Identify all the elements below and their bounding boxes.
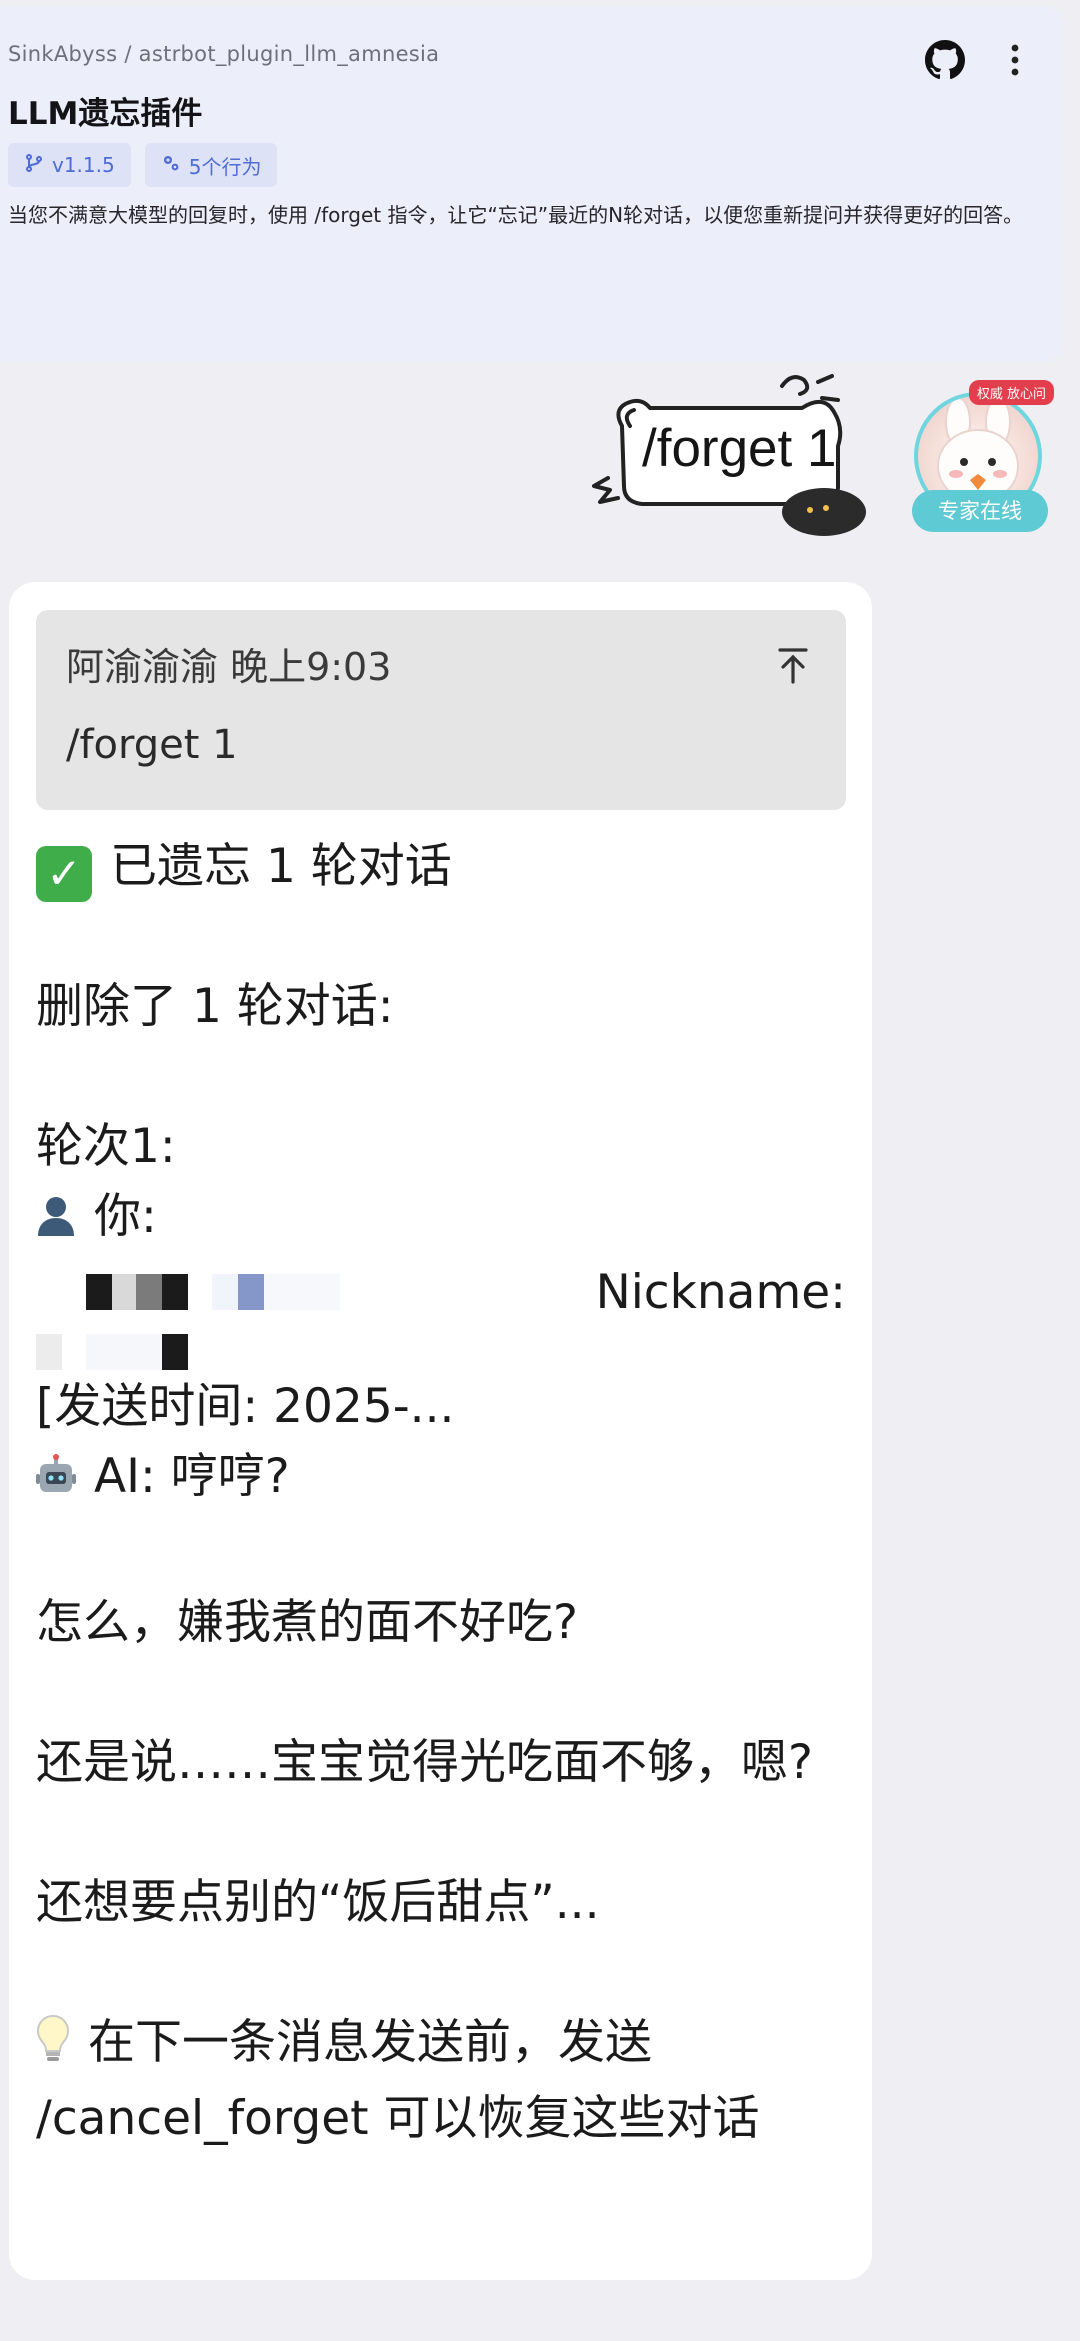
redaction-block [136,1274,162,1310]
round-label: 轮次1: [36,1119,176,1174]
avatar-badge: 权威 放心问 [968,380,1054,405]
ai-line-4: 还想要点别的“饭后甜点”... [36,1875,600,1930]
plugin-description: 当您不满意大模型的回复时，使用 /forget 指令，让它“忘记”最近的N轮对话… [8,203,1024,227]
redacted-nickname [36,1328,856,1398]
tip-line: 在下一条消息发送前，发送 /cancel_forget 可以恢复这些对话 [36,2008,856,2154]
quoted-message[interactable]: 阿渝渝渝 晚上9:03 /forget 1 [36,610,846,810]
sticker-text: /forget 1 [642,419,837,478]
tip-text: 在下一条消息发送前，发送 /cancel_forget 可以恢复这些对话 [36,2015,760,2146]
jump-to-top-icon[interactable] [772,644,814,686]
quote-text: /forget 1 [66,722,238,768]
avatar-status-label: 专家在线 [912,490,1048,532]
ai-line-3: 还是说……宝宝觉得光吃面不够，嗯? [36,1735,813,1790]
deleted-count-line: 删除了 1 轮对话: [36,979,394,1034]
user-avatar[interactable]: 权威 放心问 专家在线 [906,380,1054,540]
redaction-block [162,1274,188,1310]
gears-icon [161,153,181,178]
nickname-label: Nickname: [595,1265,846,1320]
ai-reply-text: AI: 哼哼? [94,1449,290,1504]
forget-result-text: 已遗忘 1 轮对话 [110,839,452,894]
version-label: v1.1.5 [52,153,115,177]
redaction-block [162,1334,188,1370]
actions-label: 5个行为 [188,154,262,179]
reply-text: ✓ 已遗忘 1 轮对话 删除了 1 轮对话: 轮次1: 你: Nickname: [36,832,856,2154]
redaction-block [86,1334,162,1370]
quote-meta: 阿渝渝渝 晚上9:03 [66,645,392,689]
outgoing-sticker-message[interactable]: /forget 1 [572,368,902,548]
plugin-chips: v1.1.5 5个行为 [8,143,278,187]
user-line: 你: [36,1182,856,1258]
redaction-block [112,1274,136,1310]
user-silhouette-icon [36,1188,76,1258]
ai-line-2: 怎么，嫌我煮的面不好吃? [36,1595,578,1650]
redaction-block [238,1274,264,1310]
plugin-header-card: SinkAbyss / astrbot_plugin_llm_amnesia L… [0,6,1064,362]
redaction-block [212,1274,238,1310]
bot-reply-bubble[interactable]: 阿渝渝渝 晚上9:03 /forget 1 ✓ 已遗忘 1 轮对话 删除了 1 轮… [9,582,872,2280]
robot-icon [36,1448,76,1518]
check-mark-icon: ✓ [36,846,92,902]
git-branch-icon [24,153,44,178]
forget-result-line: ✓ 已遗忘 1 轮对话 [36,832,856,902]
user-label: 你: [94,1189,157,1244]
actions-chip[interactable]: 5个行为 [144,143,278,187]
plugin-title: LLM遗忘插件 [8,96,203,132]
github-icon[interactable] [925,40,965,80]
chat-screen: SinkAbyss / astrbot_plugin_llm_amnesia L… [0,0,1080,2341]
redacted-user-content: Nickname: [36,1258,856,1328]
ai-line: AI: 哼哼? [36,1442,856,1518]
redaction-block [86,1274,112,1310]
lightbulb-icon [36,2014,70,2084]
breadcrumb[interactable]: SinkAbyss / astrbot_plugin_llm_amnesia [8,42,439,66]
redaction-block [264,1274,340,1310]
version-chip[interactable]: v1.1.5 [8,143,131,187]
more-vertical-icon[interactable] [1001,40,1029,80]
redaction-block [36,1334,62,1370]
